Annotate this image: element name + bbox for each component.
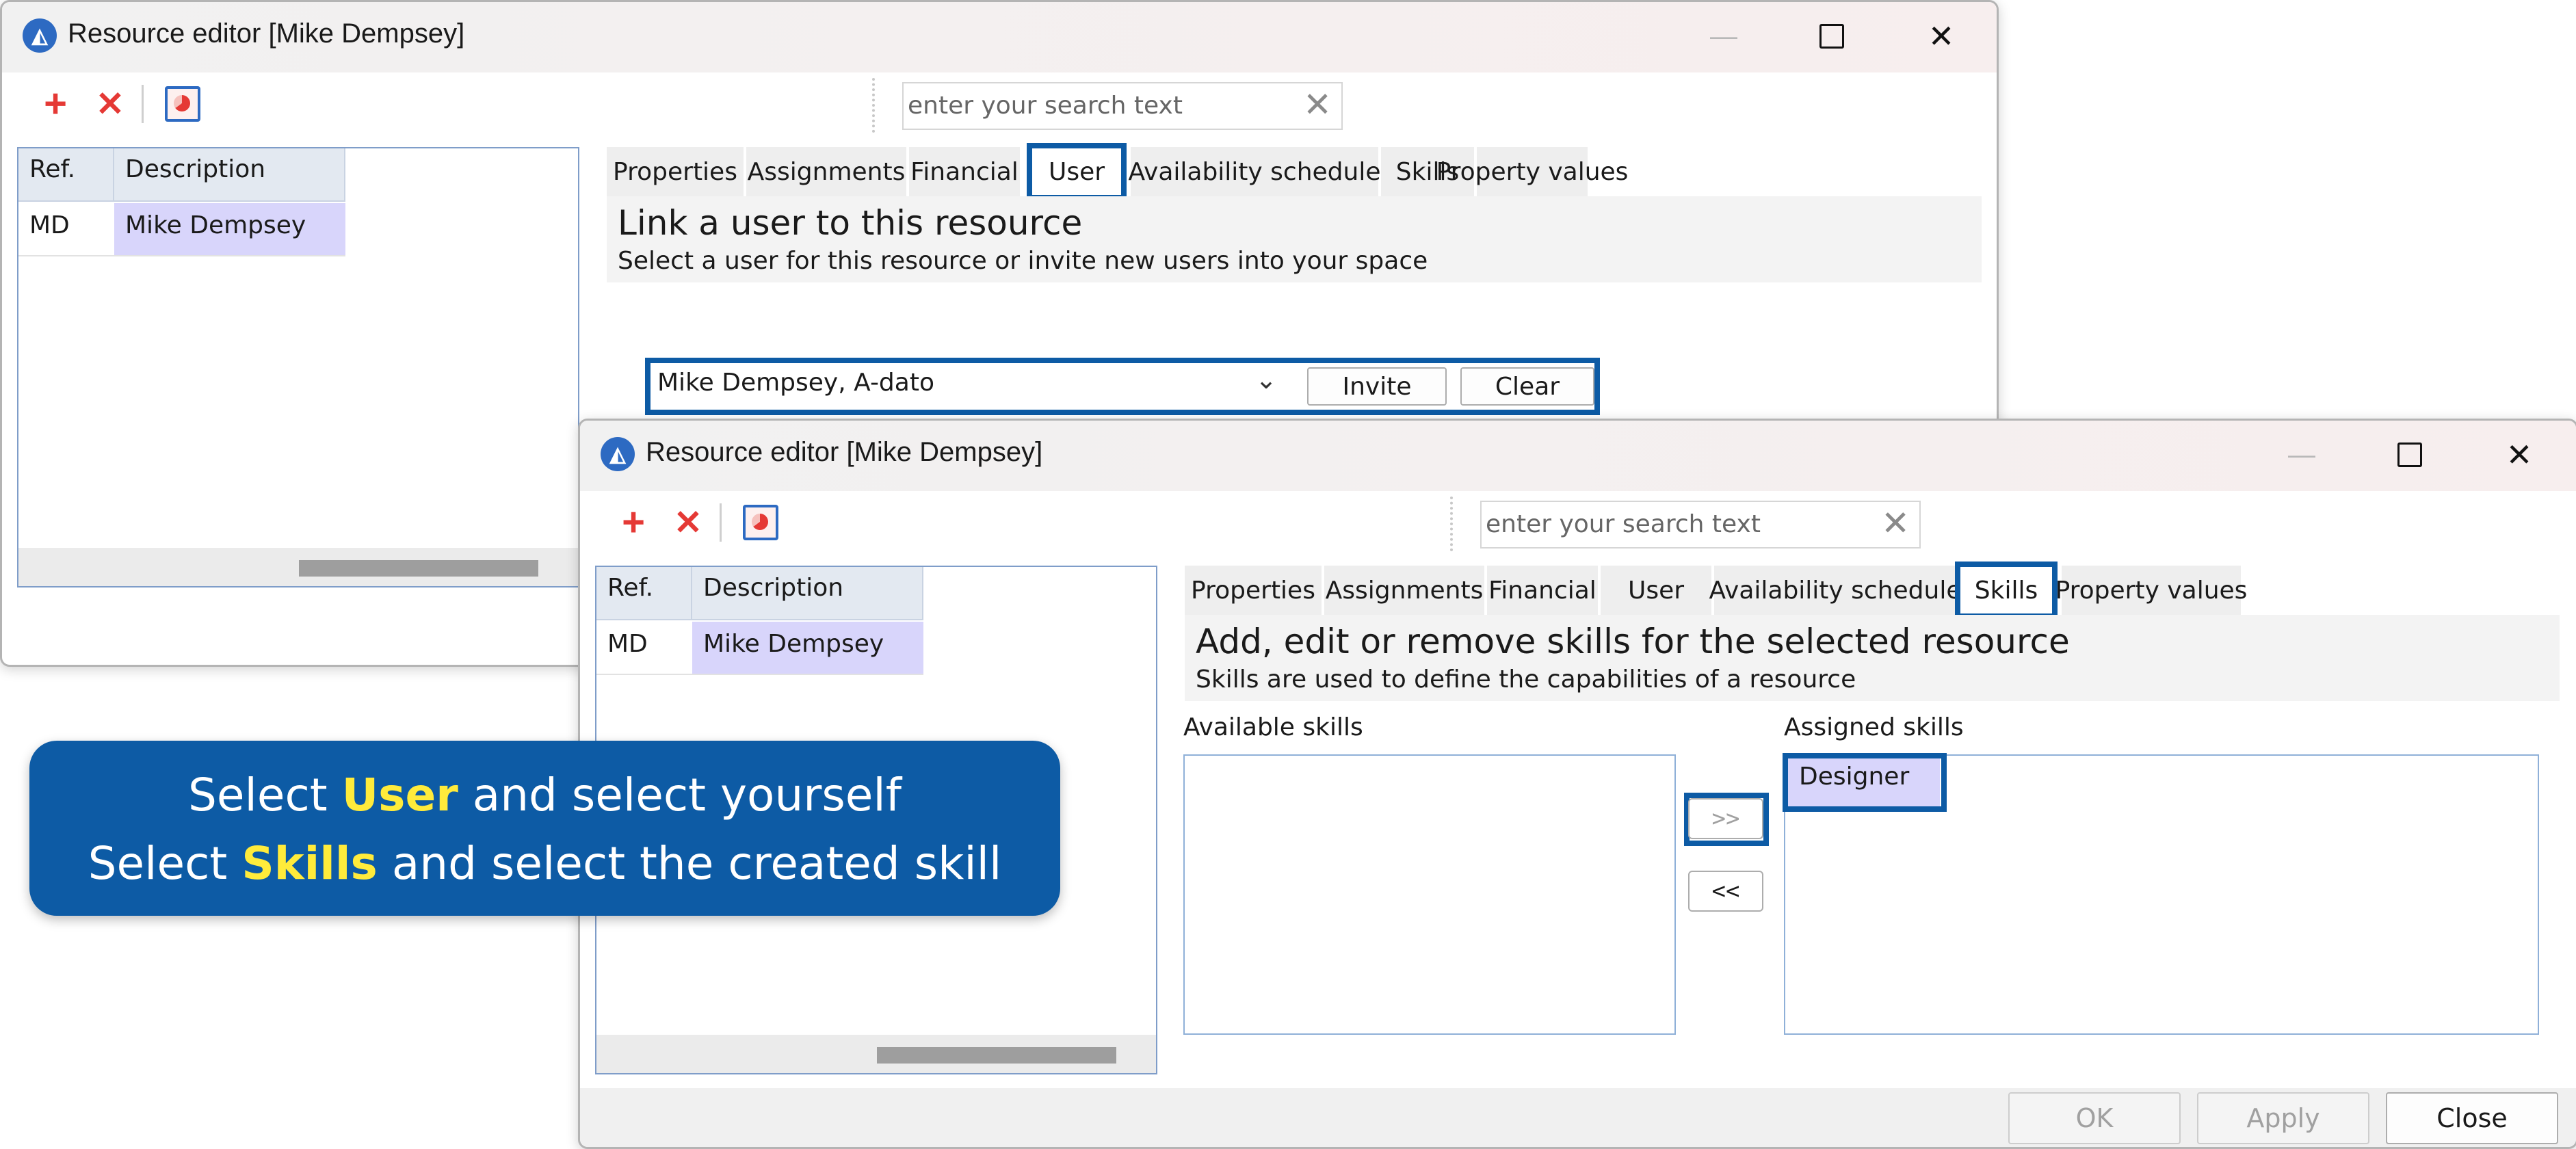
move-right-button[interactable]: >> <box>1688 798 1763 839</box>
column-header-description[interactable]: Description <box>114 148 345 202</box>
search-box[interactable]: ✕ <box>1480 501 1921 549</box>
cell-description[interactable]: Mike Dempsey <box>114 203 345 256</box>
add-button[interactable]: + <box>612 501 655 544</box>
skills-panel-header: Add, edit or remove skills for the selec… <box>1185 615 2560 701</box>
horizontal-scrollbar[interactable] <box>18 548 578 586</box>
scrollbar-thumb[interactable] <box>299 560 538 577</box>
column-header-ref[interactable]: Ref. <box>596 567 692 620</box>
ok-button[interactable]: OK <box>2008 1092 2181 1144</box>
callout-text: and select yourself <box>458 769 902 821</box>
tab-user[interactable]: User <box>1601 566 1711 615</box>
close-icon[interactable]: ✕ <box>1303 88 1332 122</box>
tab-strip: Properties Assignments Financial User Av… <box>1185 562 2279 619</box>
tab-assignments[interactable]: Assignments <box>746 147 906 196</box>
tab-properties[interactable]: Properties <box>1185 566 1322 615</box>
column-header-description[interactable]: Description <box>692 567 923 620</box>
chevron-down-icon: ⌄ <box>1255 366 1277 395</box>
minimize-button[interactable]: — <box>2271 433 2332 477</box>
callout-keyword-skills: Skills <box>241 837 378 890</box>
tab-properties[interactable]: Properties <box>607 147 744 196</box>
user-dropdown[interactable]: Mike Dempsey, A-dato ⌄ <box>650 363 1287 410</box>
title-bar[interactable]: ◭ Resource editor [Mike Dempsey] — ✕ <box>580 421 2576 491</box>
tab-financial[interactable]: Financial <box>909 147 1020 196</box>
tab-property-values[interactable]: Property values <box>2055 566 2247 615</box>
scrollbar-thumb[interactable] <box>877 1047 1116 1064</box>
close-icon[interactable]: ✕ <box>1881 506 1910 540</box>
callout-text: and select the created skill <box>377 837 1002 890</box>
resource-grid[interactable]: Ref. Description MD Mike Dempsey <box>17 147 579 587</box>
cell-ref[interactable]: MD <box>596 622 692 675</box>
callout-text: Select <box>188 769 342 821</box>
report-button[interactable] <box>739 501 783 544</box>
toolbar-separator <box>720 503 722 542</box>
panel-title: Add, edit or remove skills for the selec… <box>1196 622 2070 661</box>
move-left-button[interactable]: << <box>1688 871 1763 912</box>
dialog-footer: OK Apply Close <box>580 1088 2576 1147</box>
panel-subtitle: Select a user for this resource or invit… <box>618 247 1428 275</box>
maximize-button[interactable] <box>1801 14 1863 58</box>
a-dato-logo-icon: ◭ <box>23 18 57 53</box>
title-bar[interactable]: ◭ Resource editor [Mike Dempsey] — ✕ <box>2 2 1997 72</box>
instruction-callout: Select User and select yourself Select S… <box>29 741 1060 916</box>
minimize-button[interactable]: — <box>1693 14 1754 58</box>
search-input[interactable] <box>1482 502 1870 546</box>
horizontal-scrollbar[interactable] <box>596 1035 1156 1073</box>
window-title: Resource editor [Mike Dempsey] <box>646 437 1043 467</box>
add-button[interactable]: + <box>34 82 77 126</box>
tab-strip: Properties Assignments Financial User Av… <box>607 143 1701 200</box>
panel-subtitle: Skills are used to define the capabiliti… <box>1196 665 1856 694</box>
column-header-ref[interactable]: Ref. <box>18 148 114 202</box>
close-button[interactable]: Close <box>2386 1092 2558 1144</box>
x-icon: ✕ <box>96 85 124 123</box>
cell-ref[interactable]: MD <box>18 203 114 256</box>
assigned-skill-highlight <box>1783 753 1947 812</box>
close-window-button[interactable]: ✕ <box>1910 14 1972 58</box>
apply-button[interactable]: Apply <box>2197 1092 2369 1144</box>
panel-title: Link a user to this resource <box>618 203 1083 243</box>
plus-icon: + <box>622 500 645 544</box>
toolbar-separator <box>142 85 144 123</box>
tab-financial[interactable]: Financial <box>1487 566 1598 615</box>
toolbar-grip <box>872 78 878 133</box>
callout-line-2: Select Skills and select the created ski… <box>29 830 1060 898</box>
user-dropdown-value: Mike Dempsey, A-dato <box>657 369 934 397</box>
toolbar: + ✕ ✕ <box>587 491 2569 553</box>
delete-button[interactable]: ✕ <box>88 82 132 126</box>
window-title: Resource editor [Mike Dempsey] <box>68 18 465 49</box>
x-icon: ✕ <box>674 503 702 542</box>
invite-button[interactable]: Invite <box>1307 367 1447 406</box>
cell-description[interactable]: Mike Dempsey <box>692 622 923 675</box>
report-button[interactable] <box>161 82 205 126</box>
available-skills-list[interactable] <box>1183 754 1676 1035</box>
toolbar-grip <box>1450 497 1456 551</box>
user-panel-header: Link a user to this resource Select a us… <box>607 196 1982 282</box>
close-window-button[interactable]: ✕ <box>2488 433 2550 477</box>
clear-button[interactable]: Clear <box>1460 367 1594 406</box>
toolbar: + ✕ ✕ <box>9 72 1990 134</box>
tab-user[interactable]: User <box>1027 143 1127 200</box>
tab-skills[interactable]: Skills <box>1955 562 2058 619</box>
delete-button[interactable]: ✕ <box>666 501 710 544</box>
search-box[interactable]: ✕ <box>902 82 1343 130</box>
callout-line-1: Select User and select yourself <box>29 761 1060 830</box>
tab-property-values[interactable]: Property values <box>1436 147 1628 196</box>
chart-icon <box>743 505 778 540</box>
a-dato-logo-icon: ◭ <box>601 437 635 471</box>
plus-icon: + <box>44 81 67 126</box>
tab-availability-schedule[interactable]: Availability schedule <box>1709 566 1962 615</box>
tab-availability-schedule[interactable]: Availability schedule <box>1129 147 1381 196</box>
tab-assignments[interactable]: Assignments <box>1324 566 1484 615</box>
callout-text: Select <box>88 837 242 890</box>
callout-keyword-user: User <box>341 769 458 821</box>
available-skills-label: Available skills <box>1183 713 1363 741</box>
assigned-skills-label: Assigned skills <box>1784 713 1964 741</box>
chart-icon <box>165 86 200 122</box>
maximize-button[interactable] <box>2379 433 2441 477</box>
search-input[interactable] <box>904 83 1292 127</box>
